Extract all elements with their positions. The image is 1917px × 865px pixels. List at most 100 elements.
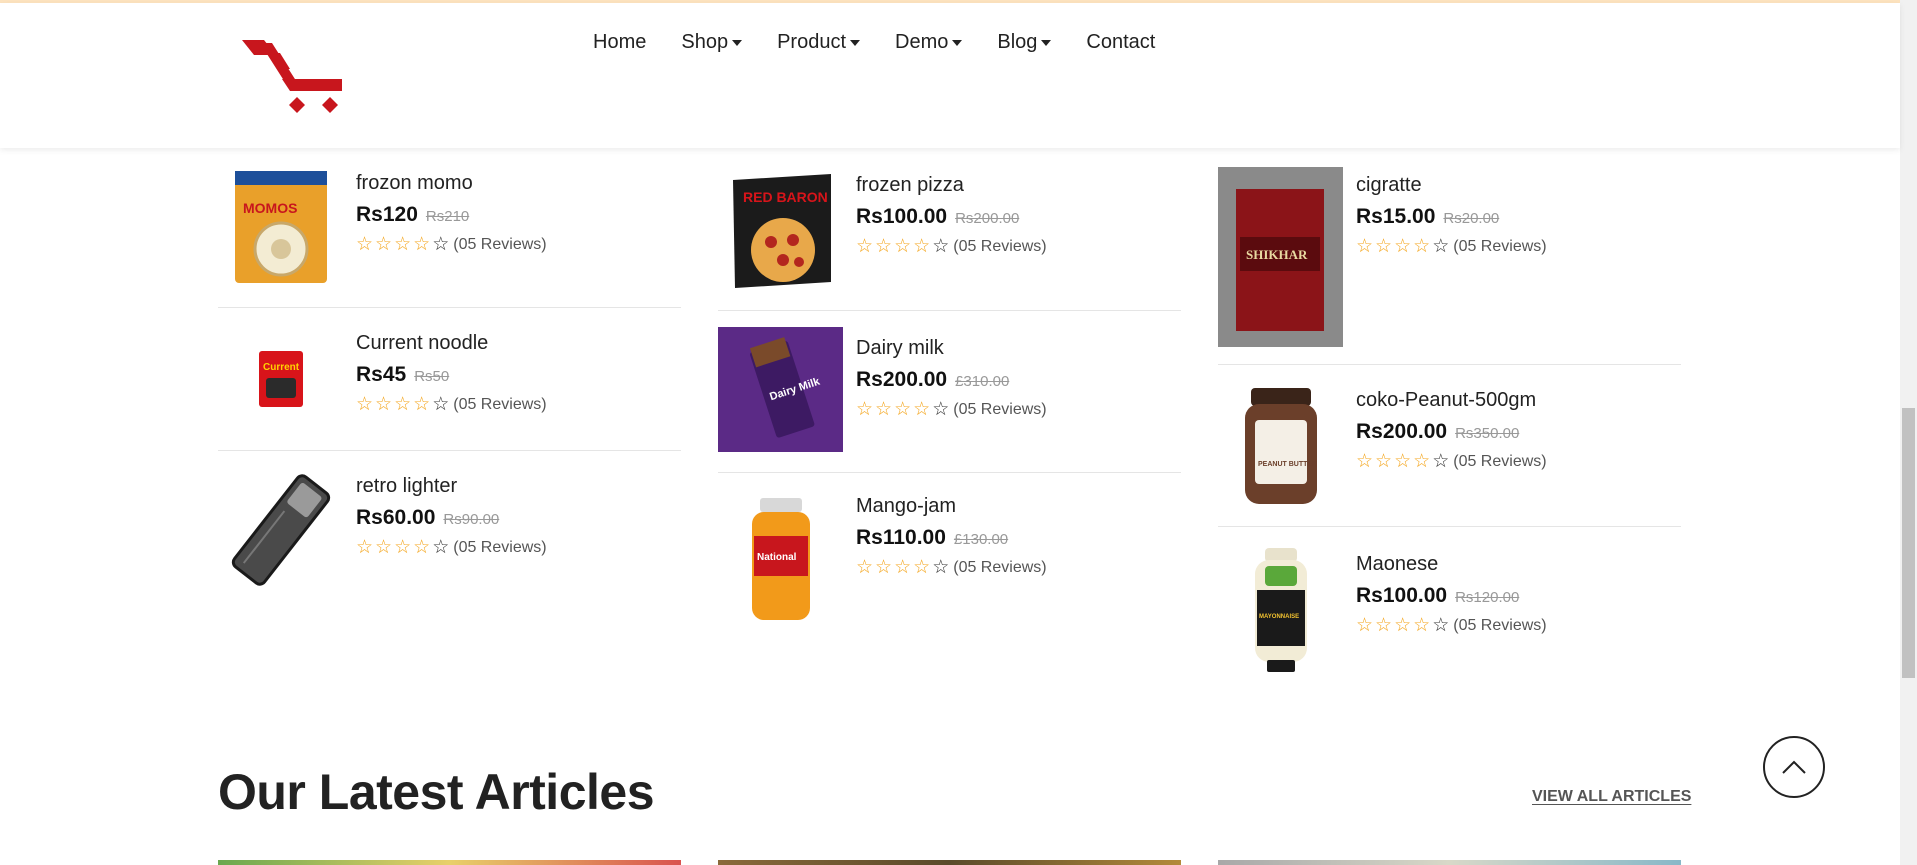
product-info: Current noodle Rs45 Rs50 ☆ ☆ ☆ ☆ ☆ (05 R… xyxy=(356,332,547,414)
nav-shop[interactable]: Shop xyxy=(681,31,743,54)
star-outline-icon: ☆ xyxy=(356,394,374,415)
article-card-image[interactable] xyxy=(218,860,681,865)
site-header: Home Shop Product Demo Blog Contact xyxy=(0,3,1900,148)
nav-home[interactable]: Home xyxy=(593,31,646,54)
article-card-image[interactable] xyxy=(718,860,1181,865)
cigarette-pack-image[interactable]: SHIKHAR xyxy=(1218,167,1343,347)
review-count: (05 Reviews) xyxy=(953,237,1047,255)
article-card-image[interactable] xyxy=(1218,860,1681,865)
product-old-price: £130.00 xyxy=(953,531,1009,548)
momo-pack-image[interactable]: MOMOS xyxy=(218,168,343,286)
page-scrollbar[interactable] xyxy=(1900,0,1917,865)
price-row: Rs200.00 Rs350.00 xyxy=(1356,420,1547,444)
product-rating: ☆ ☆ ☆ ☆ ☆ (05 Reviews) xyxy=(856,558,1047,577)
star-outline-icon: ☆ xyxy=(394,537,412,558)
chocolate-image[interactable]: Dairy Milk xyxy=(718,327,843,452)
svg-text:RED BARON: RED BARON xyxy=(743,189,828,205)
pizza-box-image[interactable]: RED BARON xyxy=(718,168,843,291)
star-outline-icon: ☆ xyxy=(894,557,912,578)
nav-demo-label: Demo xyxy=(895,31,949,53)
star-outline-icon: ☆ xyxy=(432,537,450,558)
product-name[interactable]: Maonese xyxy=(1356,553,1547,576)
product-name[interactable]: Dairy milk xyxy=(856,337,1047,360)
product-item[interactable]: PEANUT BUTTER coko-Peanut-500gm Rs200.00… xyxy=(1218,365,1681,527)
svg-text:MAYONNAISE: MAYONNAISE xyxy=(1259,614,1299,620)
chevron-up-icon xyxy=(1782,760,1806,774)
nav-contact[interactable]: Contact xyxy=(1086,31,1155,54)
product-price: Rs100.00 xyxy=(856,205,948,228)
product-name[interactable]: frozon momo xyxy=(356,172,547,195)
caret-down-icon xyxy=(952,39,963,46)
nav-product[interactable]: Product xyxy=(777,31,861,54)
nav-demo[interactable]: Demo xyxy=(895,31,963,54)
star-outline-icon: ☆ xyxy=(1413,236,1431,257)
price-row: Rs45 Rs50 xyxy=(356,363,547,387)
product-info: Dairy milk Rs200.00 £310.00 ☆ ☆ ☆ ☆ ☆ (0… xyxy=(856,337,1047,419)
cart-logo-icon[interactable] xyxy=(242,35,347,125)
product-price: Rs200.00 xyxy=(856,368,948,391)
product-item[interactable]: MAYONNAISE Maonese Rs100.00 Rs120.00 ☆ ☆… xyxy=(1218,527,1681,687)
review-count: (05 Reviews) xyxy=(1453,237,1547,255)
product-old-price: Rs120.00 xyxy=(1455,589,1520,606)
product-name[interactable]: retro lighter xyxy=(356,475,547,498)
jam-jar-image[interactable]: National xyxy=(718,495,843,625)
product-rating: ☆ ☆ ☆ ☆ ☆ (05 Reviews) xyxy=(856,400,1047,419)
mayonnaise-bottle-image[interactable]: MAYONNAISE xyxy=(1218,545,1343,675)
product-item[interactable]: RED BARON frozen pizza Rs100.00 Rs200.00… xyxy=(718,148,1181,311)
star-outline-icon: ☆ xyxy=(875,236,893,257)
product-item[interactable]: National Mango-jam Rs110.00 £130.00 ☆ ☆ … xyxy=(718,473,1181,643)
star-outline-icon: ☆ xyxy=(1432,615,1450,636)
star-outline-icon: ☆ xyxy=(394,234,412,255)
star-outline-icon: ☆ xyxy=(1356,236,1374,257)
svg-text:National: National xyxy=(757,552,797,563)
product-name[interactable]: coko-Peanut-500gm xyxy=(1356,389,1547,412)
noodle-pack-image[interactable]: Current xyxy=(218,326,343,431)
price-row: Rs100.00 Rs200.00 xyxy=(856,205,1047,229)
product-old-price: Rs210 xyxy=(425,208,470,225)
star-outline-icon: ☆ xyxy=(432,234,450,255)
product-rating: ☆ ☆ ☆ ☆ ☆ (05 Reviews) xyxy=(356,538,547,557)
product-old-price: Rs350.00 xyxy=(1455,425,1520,442)
product-item[interactable]: retro lighter Rs60.00 Rs90.00 ☆ ☆ ☆ ☆ ☆ … xyxy=(218,451,681,591)
product-name[interactable]: frozen pizza xyxy=(856,174,1047,197)
product-price: Rs60.00 xyxy=(356,506,436,529)
star-outline-icon: ☆ xyxy=(875,557,893,578)
product-item[interactable]: Dairy Milk Dairy milk Rs200.00 £310.00 ☆… xyxy=(718,311,1181,473)
product-item[interactable]: Current Current noodle Rs45 Rs50 ☆ ☆ ☆ ☆… xyxy=(218,308,681,451)
product-name[interactable]: Current noodle xyxy=(356,332,547,355)
product-name[interactable]: Mango-jam xyxy=(856,495,1047,518)
product-info: cigratte Rs15.00 Rs20.00 ☆ ☆ ☆ ☆ ☆ (05 R… xyxy=(1356,174,1547,256)
view-all-articles-link[interactable]: VIEW ALL ARTICLES xyxy=(1532,788,1691,806)
product-item[interactable]: MOMOS frozon momo Rs120 Rs210 ☆ ☆ ☆ ☆ ☆ xyxy=(218,148,681,308)
review-count: (05 Reviews) xyxy=(953,400,1047,418)
nav-blog[interactable]: Blog xyxy=(997,31,1052,54)
product-price: Rs110.00 xyxy=(856,526,946,549)
review-count: (05 Reviews) xyxy=(1453,616,1547,634)
product-name[interactable]: cigratte xyxy=(1356,174,1547,197)
product-price: Rs120 xyxy=(356,203,418,226)
star-outline-icon: ☆ xyxy=(413,537,431,558)
scrollbar-thumb[interactable] xyxy=(1902,408,1915,678)
product-rating: ☆ ☆ ☆ ☆ ☆ (05 Reviews) xyxy=(1356,616,1547,635)
price-row: Rs15.00 Rs20.00 xyxy=(1356,205,1547,229)
product-rating: ☆ ☆ ☆ ☆ ☆ (05 Reviews) xyxy=(356,235,547,254)
star-outline-icon: ☆ xyxy=(856,399,874,420)
star-outline-icon: ☆ xyxy=(1394,451,1412,472)
product-info: retro lighter Rs60.00 Rs90.00 ☆ ☆ ☆ ☆ ☆ … xyxy=(356,475,547,557)
star-outline-icon: ☆ xyxy=(932,236,950,257)
peanut-butter-jar-image[interactable]: PEANUT BUTTER xyxy=(1218,385,1343,507)
product-old-price: £310.00 xyxy=(955,373,1010,390)
product-info: coko-Peanut-500gm Rs200.00 Rs350.00 ☆ ☆ … xyxy=(1356,389,1547,471)
star-outline-icon: ☆ xyxy=(932,399,950,420)
product-old-price: Rs20.00 xyxy=(1443,210,1500,227)
back-to-top-button[interactable] xyxy=(1763,736,1825,798)
lighter-image[interactable] xyxy=(218,467,343,592)
svg-text:Current: Current xyxy=(263,362,300,373)
star-outline-icon: ☆ xyxy=(413,234,431,255)
product-old-price: Rs200.00 xyxy=(955,210,1020,227)
product-item[interactable]: SHIKHAR cigratte Rs15.00 Rs20.00 ☆ ☆ ☆ ☆… xyxy=(1218,148,1681,365)
product-price: Rs100.00 xyxy=(1356,584,1448,607)
star-outline-icon: ☆ xyxy=(1394,615,1412,636)
price-row: Rs120 Rs210 xyxy=(356,203,547,227)
star-outline-icon: ☆ xyxy=(1413,615,1431,636)
